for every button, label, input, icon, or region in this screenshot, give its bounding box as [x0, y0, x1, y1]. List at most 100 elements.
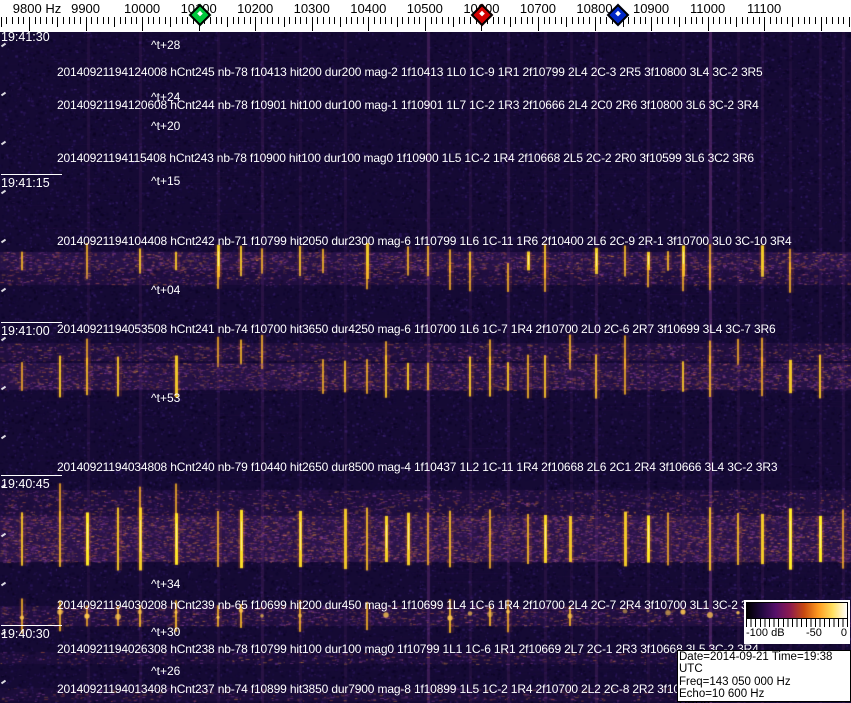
freq-tick [662, 17, 664, 24]
freq-tick [249, 17, 251, 24]
freq-tick [832, 17, 833, 24]
freq-tick [605, 17, 607, 24]
colorbar-label-mid: -50 [806, 627, 822, 639]
freq-tick [724, 17, 726, 24]
status-info-box: Date=2014-09-21 Time=19:38 UTC Freq=143 … [677, 650, 851, 703]
freq-tick [470, 17, 472, 24]
freq-tick [673, 17, 675, 24]
spectrogram-overlay: 19:41:30 19:41:15 19:41:00 19:40:45 19:40:30… [0, 0, 851, 703]
freq-tick [385, 17, 387, 24]
freq-tick [758, 17, 760, 24]
info-date-time: Date=2014-09-21 Time=19:38 UTC [679, 651, 833, 676]
freq-tick [634, 17, 636, 24]
freq-label-10000: 10000 [124, 1, 161, 16]
freq-tick [0, 17, 2, 27]
freq-tick [311, 17, 313, 31]
time-minor-tick [0, 189, 7, 195]
freq-tick [255, 17, 257, 31]
freq-tick [159, 17, 161, 24]
time-minor-tick [0, 42, 7, 48]
freq-tick [17, 17, 19, 24]
freq-tick [436, 17, 438, 24]
marker-core [479, 10, 486, 17]
event-time-marker: ^t+15 [151, 174, 181, 188]
freq-tick [820, 17, 822, 31]
detection-log-line: 20140921194013408 hCnt237 nb-74 f10899 h… [57, 682, 732, 696]
freq-tick [283, 17, 285, 27]
event-time-marker: ^t+04 [151, 283, 181, 297]
freq-tick [215, 17, 217, 24]
freq-tick [413, 17, 415, 24]
freq-tick [679, 17, 681, 27]
freq-tick [600, 17, 602, 24]
event-time-marker: ^t+34 [151, 577, 181, 591]
freq-label-10500: 10500 [406, 1, 443, 16]
freq-tick [453, 17, 455, 27]
freq-tick [509, 17, 511, 27]
freq-label-10700: 10700 [519, 1, 557, 16]
event-time-marker: ^t+26 [151, 664, 181, 678]
colorbar-gradient [746, 602, 848, 619]
marker-core [196, 10, 203, 17]
freq-tick [266, 17, 268, 24]
freq-tick [521, 17, 522, 24]
detection-log-line: 20140921194034808 hCnt240 nb-79 f10440 h… [57, 460, 778, 474]
freq-label-10400: 10400 [350, 1, 387, 16]
freq-tick [741, 17, 743, 24]
freq-tick [713, 17, 715, 24]
freq-tick [696, 17, 698, 24]
freq-tick [628, 17, 630, 24]
freq-tick [351, 17, 353, 24]
freq-tick [752, 17, 754, 24]
freq-tick [781, 17, 783, 24]
detection-log-line: 20140921194120608 hCnt244 nb-78 f10901 h… [57, 98, 759, 112]
freq-tick [362, 17, 364, 24]
colorbar-label-min: -100 dB [746, 627, 785, 639]
freq-tick [843, 17, 845, 24]
freq-tick [12, 17, 13, 24]
freq-label-9900: 9900 [71, 1, 101, 16]
freq-tick [390, 17, 392, 24]
freq-tick [300, 17, 302, 24]
freq-tick [826, 17, 828, 24]
time-minor-tick [0, 91, 7, 97]
colorbar-ticks [746, 619, 848, 627]
freq-tick [668, 17, 669, 24]
freq-tick [464, 17, 466, 24]
freq-tick [187, 17, 189, 24]
freq-tick [837, 17, 839, 24]
freq-tick [571, 17, 573, 24]
freq-tick [51, 17, 53, 24]
freq-tick [323, 17, 325, 24]
freq-tick [136, 17, 138, 24]
time-label: 19:41:15 [1, 174, 62, 190]
colorbar-label-max: 0 [840, 627, 847, 639]
freq-tick [40, 17, 42, 24]
detection-log-line: 20140921194030208 hCnt239 nb-65 f10699 h… [57, 598, 763, 612]
freq-tick [113, 17, 115, 27]
freq-tick [577, 17, 579, 24]
freq-tick [68, 17, 70, 24]
freq-tick [181, 17, 183, 24]
freq-tick [23, 17, 25, 24]
freq-tick [96, 17, 98, 24]
freq-tick [232, 17, 234, 24]
freq-tick [345, 17, 347, 24]
freq-tick [396, 17, 398, 27]
freq-tick [277, 17, 279, 24]
freq-tick [142, 17, 144, 31]
freq-tick [368, 17, 370, 31]
event-time-marker: ^t+53 [151, 391, 181, 405]
freq-tick [792, 17, 794, 27]
freq-label-11000: 11000 [690, 1, 726, 16]
freq-tick [554, 17, 556, 24]
freq-tick [238, 17, 240, 24]
time-label: 19:41:00 [1, 322, 62, 338]
freq-tick [809, 17, 811, 24]
freq-tick [402, 17, 404, 24]
freq-tick [272, 17, 274, 24]
freq-tick [102, 17, 104, 24]
freq-tick [815, 17, 816, 24]
freq-tick [221, 17, 223, 24]
freq-tick [29, 17, 30, 31]
